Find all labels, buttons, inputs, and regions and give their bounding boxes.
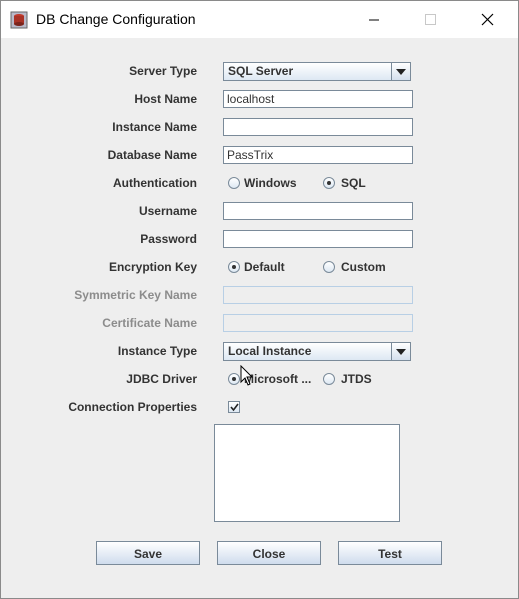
connection-properties-checkbox[interactable] bbox=[228, 401, 240, 413]
password-field[interactable] bbox=[223, 230, 413, 248]
database-name-field[interactable]: PassTrix bbox=[223, 146, 413, 164]
database-name-label: Database Name bbox=[107, 148, 197, 162]
auth-sql-label: SQL bbox=[341, 176, 366, 190]
connection-properties-label: Connection Properties bbox=[68, 400, 197, 414]
dialog-window: DB Change Configuration Server Type SQL … bbox=[0, 0, 519, 599]
server-type-label: Server Type bbox=[129, 64, 197, 78]
encryption-custom-label: Custom bbox=[341, 260, 386, 274]
server-type-select[interactable]: SQL Server bbox=[223, 62, 411, 81]
jdbc-microsoft-radio[interactable] bbox=[228, 373, 240, 385]
checkmark-icon bbox=[230, 403, 239, 412]
auth-windows-radio[interactable] bbox=[228, 177, 240, 189]
chevron-down-icon bbox=[396, 349, 406, 355]
minimize-button[interactable] bbox=[351, 1, 397, 38]
encryption-key-label: Encryption Key bbox=[108, 260, 197, 274]
save-button[interactable]: Save bbox=[96, 541, 200, 565]
encryption-custom-radio[interactable] bbox=[323, 261, 335, 273]
instance-name-field[interactable] bbox=[223, 118, 413, 136]
connection-properties-textarea[interactable] bbox=[214, 424, 400, 522]
db-app-icon bbox=[10, 11, 28, 29]
minimize-icon bbox=[369, 19, 379, 21]
symmetric-key-name-label: Symmetric Key Name bbox=[74, 288, 197, 302]
host-name-field[interactable]: localhost bbox=[223, 90, 413, 108]
close-button[interactable]: Close bbox=[217, 541, 321, 565]
maximize-button[interactable] bbox=[407, 1, 453, 38]
test-button[interactable]: Test bbox=[338, 541, 442, 565]
window-title: DB Change Configuration bbox=[36, 11, 196, 27]
host-name-label: Host Name bbox=[134, 92, 197, 106]
auth-windows-label: Windows bbox=[244, 176, 297, 190]
server-type-value: SQL Server bbox=[228, 64, 294, 78]
username-field[interactable] bbox=[223, 202, 413, 220]
mouse-cursor-icon bbox=[240, 365, 254, 386]
encryption-default-label: Default bbox=[244, 260, 285, 274]
instance-type-label: Instance Type bbox=[117, 344, 197, 358]
auth-sql-radio[interactable] bbox=[323, 177, 335, 189]
chevron-down-icon bbox=[396, 69, 406, 75]
symmetric-key-name-field bbox=[223, 286, 413, 304]
close-icon bbox=[481, 13, 494, 26]
instance-type-value: Local Instance bbox=[228, 344, 312, 358]
certificate-name-field bbox=[223, 314, 413, 332]
password-label: Password bbox=[140, 232, 197, 246]
instance-name-label: Instance Name bbox=[112, 120, 197, 134]
jdbc-jtds-radio[interactable] bbox=[323, 373, 335, 385]
jdbc-microsoft-label: Microsoft ... bbox=[244, 372, 312, 386]
jdbc-jtds-label: JTDS bbox=[341, 372, 372, 386]
username-label: Username bbox=[138, 204, 197, 218]
dropdown-button[interactable] bbox=[391, 63, 410, 80]
maximize-icon bbox=[425, 14, 436, 25]
encryption-default-radio[interactable] bbox=[228, 261, 240, 273]
jdbc-driver-label: JDBC Driver bbox=[126, 372, 197, 386]
instance-type-select[interactable]: Local Instance bbox=[223, 342, 411, 361]
dropdown-button[interactable] bbox=[391, 343, 410, 360]
certificate-name-label: Certificate Name bbox=[102, 316, 197, 330]
title-bar[interactable]: DB Change Configuration bbox=[1, 1, 518, 38]
close-window-button[interactable] bbox=[464, 1, 510, 38]
authentication-label: Authentication bbox=[113, 176, 197, 190]
